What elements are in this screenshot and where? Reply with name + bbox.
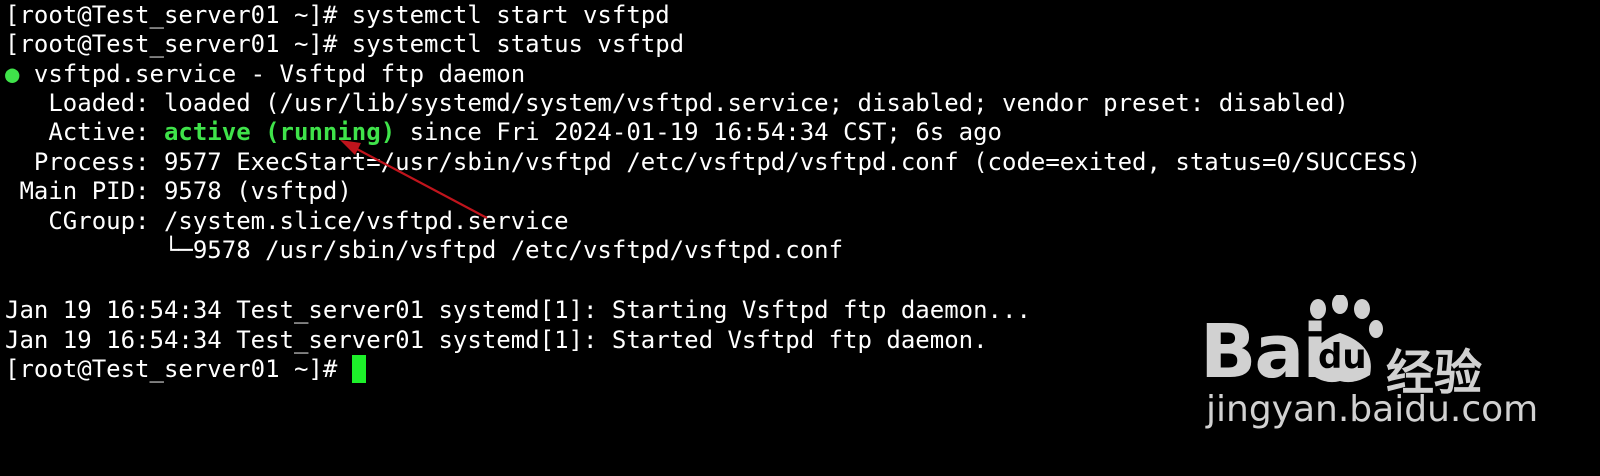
cgroup-child-line: └─9578 /usr/sbin/vsftpd /etc/vsftpd/vsft… xyxy=(5,236,844,264)
cgroup-line: CGroup: /system.slice/vsftpd.service xyxy=(5,207,569,235)
final-prompt-line[interactable]: [root@Test_server01 ~]# xyxy=(5,354,352,384)
terminal-cursor xyxy=(352,355,366,383)
shell-prompt: [root@Test_server01 ~]# xyxy=(5,1,352,29)
command-text: systemctl start vsftpd xyxy=(351,1,670,29)
log-line: Jan 19 16:54:34 Test_server01 systemd[1]… xyxy=(5,296,1031,324)
shell-prompt: [root@Test_server01 ~]# xyxy=(5,355,352,383)
active-since: since Fri 2024-01-19 16:54:34 CST; 6s ag… xyxy=(395,118,1003,146)
shell-prompt: [root@Test_server01 ~]# xyxy=(5,30,352,58)
command-line-start: [root@Test_server01 ~]# systemctl start … xyxy=(5,0,670,30)
active-state: active (running) xyxy=(163,118,396,146)
command-line-status: [root@Test_server01 ~]# systemctl status… xyxy=(5,29,684,59)
status-bullet-icon: ● xyxy=(5,60,20,88)
baidu-jingyan-watermark: Bai du 经验 jingyan.baidu.com xyxy=(1200,295,1538,435)
terminal-window[interactable]: [root@Test_server01 ~]# systemctl start … xyxy=(0,0,1600,476)
main-pid-line: Main PID: 9578 (vsftpd) xyxy=(5,177,352,205)
unit-header-line: ● vsftpd.service - Vsftpd ftp daemon xyxy=(5,59,525,89)
log-line: Jan 19 16:54:34 Test_server01 systemd[1]… xyxy=(5,326,988,354)
unit-title: vsftpd.service - Vsftpd ftp daemon xyxy=(19,60,526,88)
command-text: systemctl status vsftpd xyxy=(351,30,685,58)
active-label: Active: xyxy=(5,118,164,146)
watermark-url: jingyan.baidu.com xyxy=(1206,389,1539,430)
active-line: Active: active (running) since Fri 2024-… xyxy=(5,117,1002,147)
process-line: Process: 9577 ExecStart=/usr/sbin/vsftpd… xyxy=(5,148,1422,176)
loaded-line: Loaded: loaded (/usr/lib/systemd/system/… xyxy=(5,89,1349,117)
watermark-brand-du: du xyxy=(1318,337,1367,377)
